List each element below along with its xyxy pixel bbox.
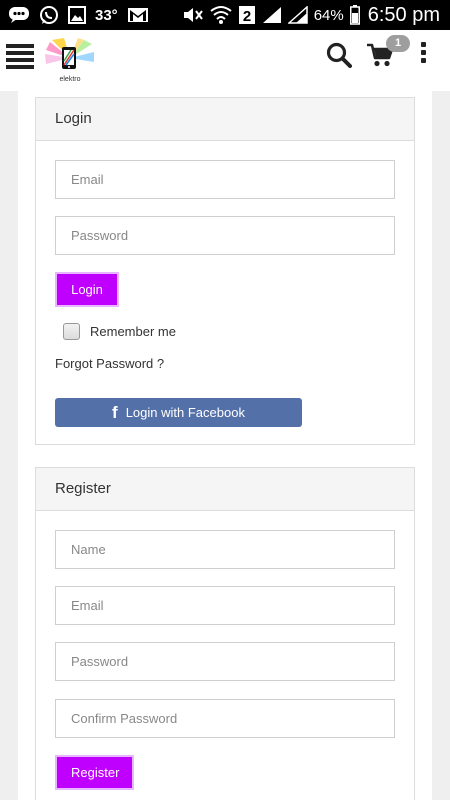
messages-icon [8, 6, 30, 24]
remember-me-checkbox[interactable] [63, 323, 80, 340]
signal-icon [262, 6, 282, 24]
notification-icons: 33° [0, 5, 149, 25]
battery-percent: 64% [313, 6, 344, 24]
main-content: Login Login Remember me Forgot Password … [18, 91, 432, 800]
login-email-field[interactable] [55, 160, 395, 199]
facebook-icon: f [112, 403, 118, 422]
signal-2-icon [287, 6, 308, 24]
remember-me-label: Remember me [90, 324, 176, 339]
login-button[interactable]: Login [55, 272, 119, 307]
facebook-login-button[interactable]: f Login with Facebook [55, 398, 302, 427]
register-panel: Register Register [35, 467, 415, 800]
app-header: elektro 1 [0, 30, 450, 91]
search-icon[interactable] [326, 42, 352, 73]
status-bar: 33° 2 64% 6:50 pm [0, 0, 450, 30]
gallery-icon [68, 6, 86, 24]
sim-slot-number: 2 [243, 8, 251, 25]
whatsapp-icon [39, 5, 59, 25]
wifi-icon [210, 5, 232, 25]
forgot-password-link[interactable]: Forgot Password ? [55, 356, 164, 371]
system-icons: 2 64% 6:50 pm [182, 4, 450, 27]
clock: 6:50 pm [367, 3, 440, 26]
cart-count-badge: 1 [386, 35, 410, 52]
hamburger-menu-icon[interactable] [6, 44, 34, 69]
register-name-field[interactable] [55, 530, 395, 569]
remember-me[interactable]: Remember me [63, 323, 176, 340]
sim-slot-icon: 2 [238, 5, 256, 25]
register-confirm-password-field[interactable] [55, 699, 395, 738]
register-email-field[interactable] [55, 586, 395, 625]
register-title: Register [36, 468, 414, 511]
logo[interactable]: elektro [44, 38, 96, 86]
mute-icon [182, 6, 204, 24]
logo-graphic [45, 38, 94, 69]
login-password-field[interactable] [55, 216, 395, 255]
logo-text: elektro [59, 76, 81, 83]
gmail-icon [127, 6, 149, 24]
login-panel: Login Login Remember me Forgot Password … [35, 97, 415, 445]
more-options-icon[interactable] [418, 42, 428, 66]
register-password-field[interactable] [55, 642, 395, 681]
login-title: Login [36, 98, 414, 141]
battery-icon [349, 5, 360, 25]
temperature-text: 33° [95, 6, 118, 24]
register-button[interactable]: Register [55, 755, 134, 790]
facebook-login-label: Login with Facebook [125, 405, 245, 420]
